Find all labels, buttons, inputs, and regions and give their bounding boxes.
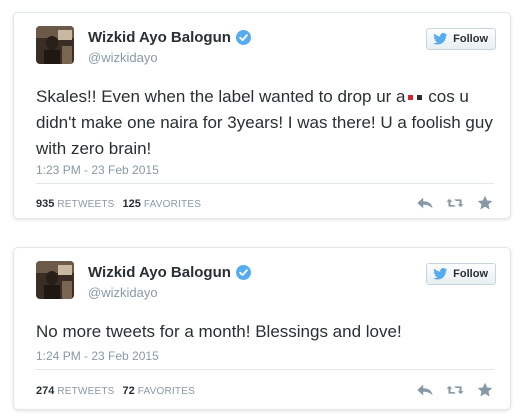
user-handle[interactable]: @wizkidayo — [88, 50, 158, 65]
follow-button-label: Follow — [453, 268, 488, 280]
tweet-actions — [404, 382, 494, 398]
follow-button[interactable]: Follow — [426, 28, 496, 50]
retweet-label[interactable]: RETWEETS — [57, 199, 114, 210]
tweet-text: No more tweets for a month! Blessings an… — [36, 322, 402, 341]
display-name[interactable]: Wizkid Ayo Balogun — [88, 264, 251, 281]
display-name-text[interactable]: Wizkid Ayo Balogun — [88, 264, 231, 281]
follow-button-label: Follow — [453, 33, 488, 45]
tweet-stats: 274 RETWEETS 72 FAVORITES — [36, 385, 203, 397]
display-name[interactable]: Wizkid Ayo Balogun — [88, 29, 251, 46]
censor-mark — [416, 95, 422, 101]
favorite-count[interactable]: 125 — [123, 198, 141, 210]
avatar[interactable] — [36, 26, 74, 64]
tweet-card: Wizkid Ayo Balogun @wizkidayo Follow No … — [13, 247, 511, 410]
display-name-text[interactable]: Wizkid Ayo Balogun — [88, 29, 231, 46]
retweet-count[interactable]: 935 — [36, 198, 54, 210]
divider — [36, 183, 494, 184]
user-handle[interactable]: @wizkidayo — [88, 285, 158, 300]
retweet-count[interactable]: 274 — [36, 385, 54, 397]
follow-button[interactable]: Follow — [426, 263, 496, 285]
tweet-text: Skales!! Even when the label wanted to d… — [36, 84, 494, 162]
tweet-timestamp[interactable]: 1:24 PM - 23 Feb 2015 — [36, 349, 159, 363]
twitter-bird-icon — [433, 268, 448, 280]
twitter-bird-icon — [433, 33, 448, 45]
divider — [36, 369, 494, 370]
favorite-star-icon[interactable] — [476, 195, 494, 211]
favorite-star-icon[interactable] — [476, 382, 494, 398]
avatar[interactable] — [36, 261, 74, 299]
censor-mark — [407, 95, 413, 101]
retweet-label[interactable]: RETWEETS — [57, 386, 114, 397]
verified-badge-icon — [235, 265, 251, 280]
verified-badge-icon — [235, 30, 251, 45]
tweet-text-part-1: Skales!! Even when the label wanted to d… — [36, 87, 406, 106]
tweet-actions — [404, 195, 494, 211]
retweet-icon[interactable] — [446, 195, 464, 211]
tweet-card: Wizkid Ayo Balogun @wizkidayo Follow Ska… — [13, 12, 511, 219]
favorite-count[interactable]: 72 — [123, 385, 135, 397]
tweet-timestamp[interactable]: 1:23 PM - 23 Feb 2015 — [36, 163, 159, 177]
favorite-label[interactable]: FAVORITES — [138, 386, 195, 397]
retweet-icon[interactable] — [446, 382, 464, 398]
reply-icon[interactable] — [416, 382, 434, 398]
tweet-stats: 935 RETWEETS 125 FAVORITES — [36, 198, 209, 210]
reply-icon[interactable] — [416, 195, 434, 211]
favorite-label[interactable]: FAVORITES — [144, 199, 201, 210]
